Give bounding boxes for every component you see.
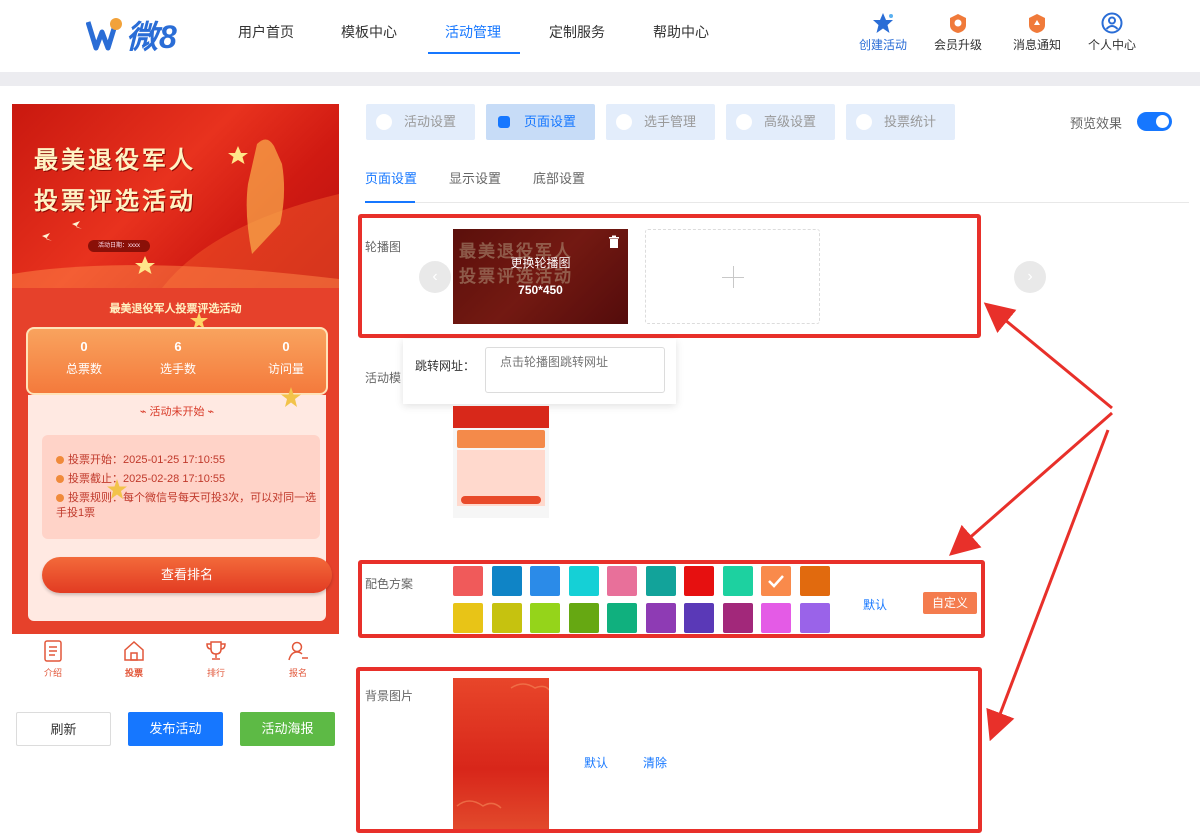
annotation-arrows [948,302,1113,742]
